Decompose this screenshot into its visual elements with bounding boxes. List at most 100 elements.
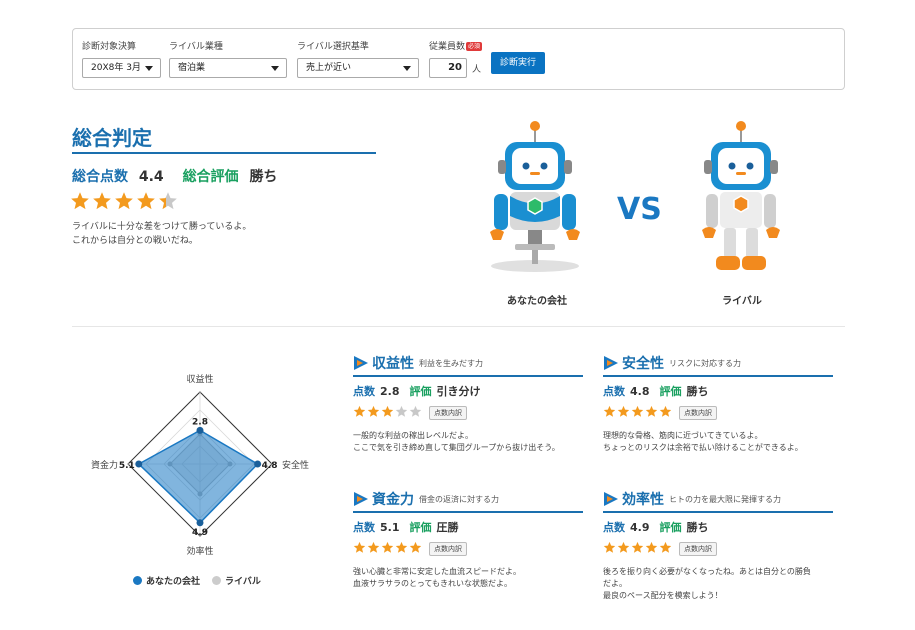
metric-subtitle: ヒトの力を最大限に発揮する力 <box>669 494 781 504</box>
star-wrap <box>381 403 394 422</box>
legend-rival-label: ライバル <box>225 577 261 587</box>
metric-rating-label: 評価 <box>659 521 682 534</box>
your-company-robot <box>480 116 590 280</box>
star-icon <box>353 405 366 417</box>
overall-title: 総合判定 <box>72 126 152 150</box>
metric-underline <box>353 375 583 377</box>
chevron-down-icon <box>145 66 153 71</box>
metric-underline <box>353 511 583 513</box>
metric-score-label: 点数 <box>603 521 625 534</box>
criteria-label: ライバル選択基準 <box>297 42 369 52</box>
star-icon <box>603 405 616 417</box>
metric-underline <box>603 511 833 513</box>
metric-score-label: 点数 <box>353 385 375 398</box>
radar-point-you <box>196 519 204 527</box>
criteria-select[interactable]: 売上が近い <box>297 58 419 78</box>
section-divider <box>72 326 845 327</box>
star-icon <box>367 405 380 417</box>
metric-header: 収益性 利益を生みだす力 <box>353 352 583 374</box>
robot-illustration <box>702 121 780 270</box>
star-icon <box>93 192 111 210</box>
criteria-value: 売上が近い <box>306 63 352 73</box>
metric-comment-line: 一般的な利益の稼出レベルだよ。 <box>353 431 473 440</box>
star-icon <box>159 192 177 210</box>
star-wrap <box>645 403 658 422</box>
metric-rating-label: 評価 <box>659 385 682 398</box>
legend-item-you: あなたの会社 <box>133 574 200 587</box>
metric-score-row: 点数 4.9 評価 勝ち <box>603 519 833 535</box>
industry-group: ライバル業種 宿泊業 <box>169 41 287 78</box>
employees-group: 従業員数 必須 20 人 <box>429 41 483 78</box>
overall-underline <box>72 152 376 154</box>
metric-header: 安全性 リスクに対応する力 <box>603 352 833 374</box>
metric-comment-line: 血液サラサラのとってもきれいな状態だよ。 <box>353 579 512 588</box>
star-icon <box>631 405 644 417</box>
overall-rating-value: 勝ち <box>249 169 278 185</box>
metric-title: 資金力 <box>372 492 414 508</box>
star-icon <box>381 541 394 553</box>
star-wrap <box>395 403 408 422</box>
metric-card-safety: 安全性 リスクに対応する力 点数 4.8 評価 勝ち 点数内訳 理想的な骨格、筋肉に近づいてき… <box>603 352 833 454</box>
metric-header: 資金力 借金の返済に対する力 <box>353 488 583 510</box>
star-wrap <box>603 539 616 558</box>
employees-input[interactable]: 20 <box>429 58 467 78</box>
radar-axis-label: 効率性 <box>186 545 213 557</box>
metric-card-efficiency: 効率性 ヒトの力を最大限に発揮する力点数 4.9 評価 勝ち点数内訳後ろを振り向く必要が… <box>603 488 833 602</box>
star-icon <box>645 405 658 417</box>
play-arrow-icon <box>604 492 618 506</box>
metric-score-row: 点数 4.8 評価 勝ち <box>603 383 833 399</box>
star-icon <box>617 405 630 417</box>
metric-star-rating <box>603 539 673 558</box>
star-wrap <box>603 403 616 422</box>
metric-rating-value: 引き分け <box>436 385 481 398</box>
required-badge: 必須 <box>466 42 483 51</box>
star-wrap <box>631 539 644 558</box>
star-wrap <box>70 191 90 215</box>
star-wrap <box>395 539 408 558</box>
industry-select[interactable]: 宿泊業 <box>169 58 287 78</box>
filter-panel: 診断対象決算 20X8年 3月 ライバル業種 宿泊業 ライバル選択基準 売上が近… <box>72 28 845 90</box>
metric-title: 効率性 <box>622 492 664 508</box>
run-diagnosis-button[interactable]: 診断実行 <box>491 52 545 74</box>
star-icon <box>645 541 658 553</box>
play-arrow-icon <box>354 492 368 506</box>
star-icon <box>603 541 616 553</box>
star-icon <box>137 192 155 210</box>
legend-you-label: あなたの会社 <box>146 577 201 587</box>
metric-comment: 後ろを振り向く必要がなくなったね。あとは自分との勝負 だよ。 最良のペース配分を模索… <box>603 566 833 602</box>
score-detail-button[interactable]: 点数内訳 <box>429 405 467 420</box>
score-detail-button[interactable]: 点数内訳 <box>679 541 717 556</box>
rival-robot <box>686 116 796 285</box>
employees-label: 従業員数 必須 <box>429 41 483 54</box>
star-wrap <box>367 403 380 422</box>
star-wrap <box>381 539 394 558</box>
period-select[interactable]: 20X8年 3月 <box>82 58 161 78</box>
metric-comment-line: 強い心臓と非常に安定した血流スピードだよ。 <box>353 567 521 576</box>
metric-stars-row: 点数内訳 <box>353 403 583 422</box>
overall-star-rating <box>70 191 180 215</box>
star-wrap <box>353 403 366 422</box>
score-detail-button[interactable]: 点数内訳 <box>429 541 467 556</box>
star-icon <box>395 541 408 553</box>
play-arrow-icon <box>604 356 618 370</box>
metric-underline <box>603 375 833 377</box>
radar-axis-label: 安全性 <box>282 459 309 471</box>
radar-value-label: 2.8 <box>192 417 208 427</box>
score-detail-button[interactable]: 点数内訳 <box>679 405 717 420</box>
radar-value-label: 4.8 <box>262 461 278 471</box>
metric-subtitle: 利益を生みだす力 <box>419 358 483 368</box>
star-wrap <box>617 539 630 558</box>
star-wrap <box>353 539 366 558</box>
metric-subtitle: 借金の返済に対する力 <box>419 494 499 504</box>
employees-row: 20 人 <box>429 58 482 78</box>
star-wrap <box>114 191 134 215</box>
star-wrap <box>409 539 422 558</box>
metric-star-rating <box>353 539 423 558</box>
overall-comment-line: ライバルに十分な差をつけて勝っているよ。 <box>72 222 252 232</box>
radar-series-you <box>137 429 259 524</box>
metric-comment-line: 最良のペース配分を模索しよう！ <box>603 591 723 600</box>
star-icon <box>409 405 422 417</box>
metric-header: 効率性 ヒトの力を最大限に発揮する力 <box>603 488 833 510</box>
star-wrap <box>409 403 422 422</box>
metric-score-label: 点数 <box>603 385 625 398</box>
